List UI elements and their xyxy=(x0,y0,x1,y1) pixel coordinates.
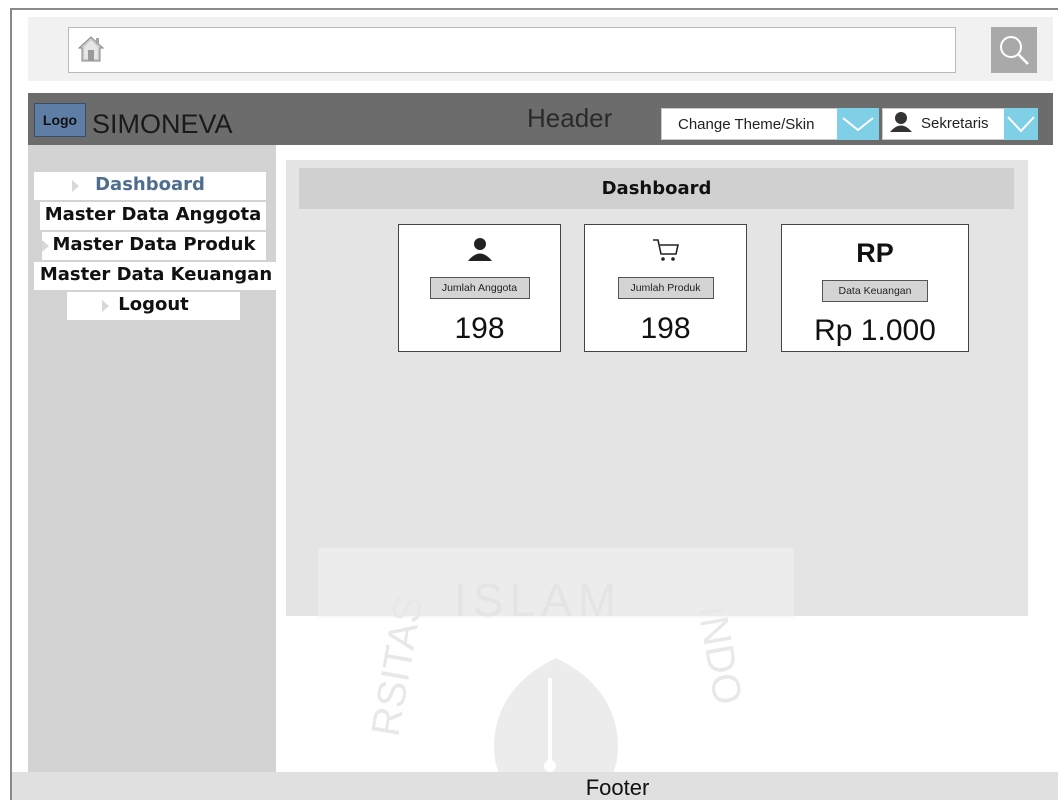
sidebar-item-master-data-produk[interactable]: Master Data Produk xyxy=(42,232,266,260)
sidebar-item-label: Master Data Keuangan xyxy=(39,264,273,285)
user-icon xyxy=(890,112,912,132)
sidebar-item-master-data-keuangan[interactable]: Master Data Keuangan xyxy=(34,262,278,290)
user-icon xyxy=(467,238,492,261)
search-icon xyxy=(1000,36,1029,65)
card-jumlah-anggota[interactable]: Jumlah Anggota 198 xyxy=(398,224,561,352)
sidebar-item-label: Master Data Anggota xyxy=(44,204,262,225)
footer-label: Footer xyxy=(585,775,650,800)
card-value: Rp 1.000 xyxy=(814,314,936,347)
card-value: 198 xyxy=(454,312,505,345)
arrow-right-icon xyxy=(42,240,49,252)
app-name: SIMONEVA xyxy=(92,109,233,139)
page-title: Dashboard xyxy=(601,178,712,199)
header-label: Header xyxy=(527,103,613,133)
sidebar-item-label: Logout xyxy=(118,294,189,315)
rp-currency-icon: RP xyxy=(856,238,894,268)
card-data-keuangan[interactable]: RP Data Keuangan Rp 1.000 xyxy=(781,224,969,352)
card-jumlah-produk[interactable]: Jumlah Produk 198 xyxy=(584,224,747,352)
theme-dropdown-button[interactable] xyxy=(837,108,879,140)
card-label: Jumlah Produk xyxy=(617,277,714,299)
svg-text:ISLAM: ISLAM xyxy=(454,574,622,626)
chevron-down-icon xyxy=(1007,116,1035,133)
arrow-right-icon xyxy=(72,180,79,192)
frame-top-border xyxy=(10,8,1058,10)
watermark-seal: ISLAM RSITAS INDO xyxy=(318,548,794,798)
arrow-right-icon xyxy=(102,300,109,312)
theme-select-label[interactable]: Change Theme/Skin xyxy=(678,113,814,137)
sidebar-item-label: Dashboard xyxy=(95,174,205,195)
sidebar-item-master-data-anggota[interactable]: Master Data Anggota xyxy=(40,202,266,230)
card-value: 198 xyxy=(640,312,691,345)
user-dropdown-button[interactable] xyxy=(1004,108,1038,140)
search-button[interactable] xyxy=(991,27,1037,73)
user-name[interactable]: Sekretaris xyxy=(921,112,989,136)
sidebar-item-logout[interactable]: Logout xyxy=(67,292,240,320)
address-input[interactable] xyxy=(68,27,956,73)
logo[interactable]: Logo xyxy=(34,103,86,137)
frame-left-border xyxy=(10,8,12,800)
card-label: Data Keuangan xyxy=(822,280,928,302)
chevron-down-icon xyxy=(842,117,874,132)
card-label: Jumlah Anggota xyxy=(429,277,530,299)
sidebar-item-dashboard[interactable]: Dashboard xyxy=(34,172,266,200)
cart-icon xyxy=(652,239,679,261)
home-icon[interactable] xyxy=(78,35,104,63)
sidebar-item-label: Master Data Produk xyxy=(52,234,256,255)
